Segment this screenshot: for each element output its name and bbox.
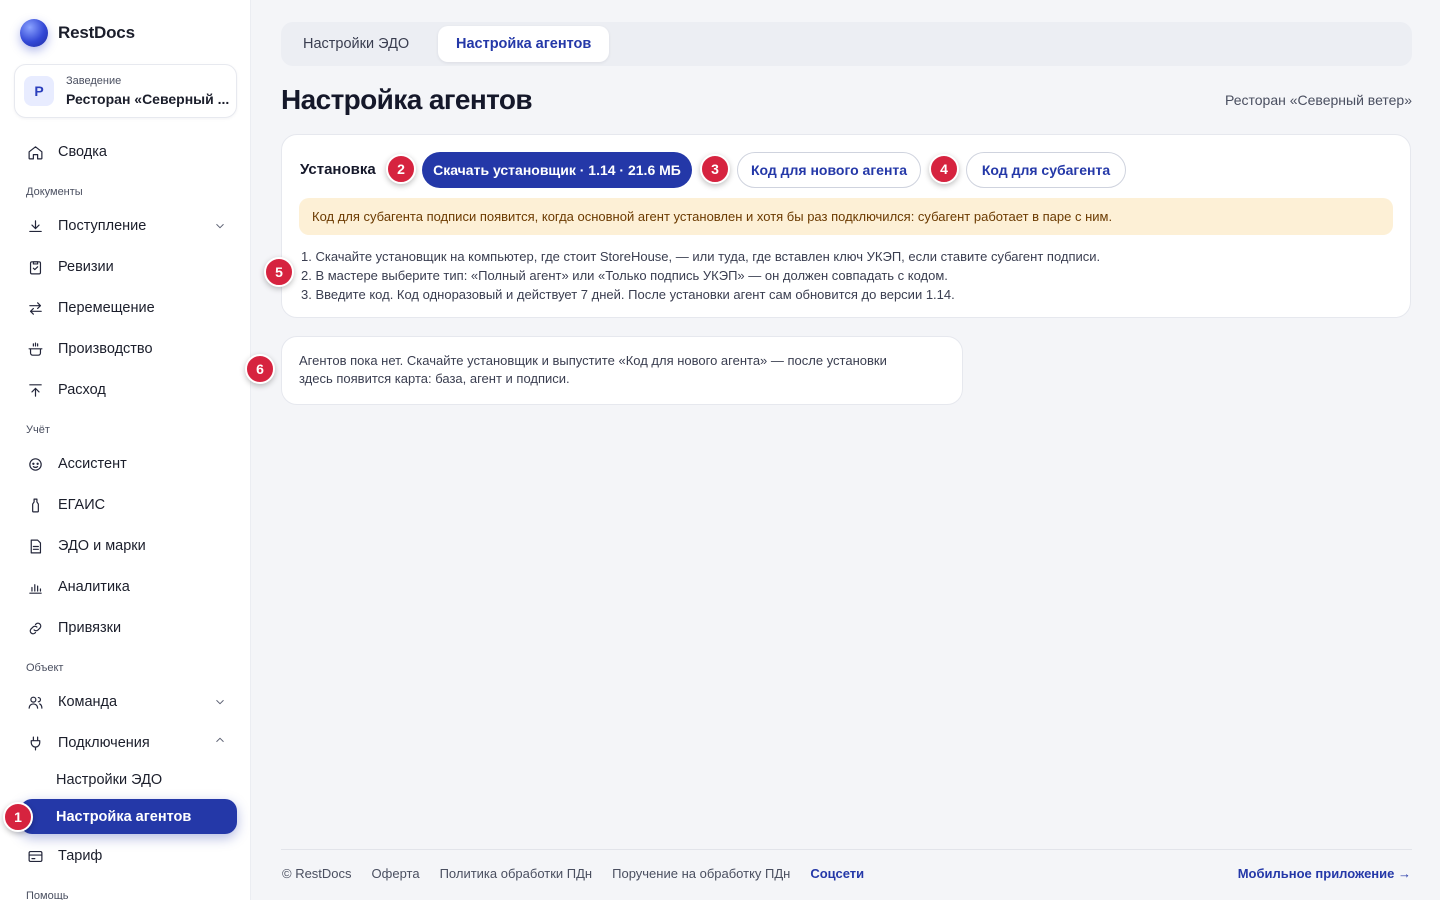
footer: © RestDocs Оферта Политика обработки ПДн… — [281, 849, 1412, 900]
sidebar-item-production[interactable]: Производство — [14, 331, 237, 367]
annotation-badge-6: 6 — [245, 354, 275, 384]
sidebar-item-label: Подключения — [58, 735, 150, 751]
sidebar-item-label: Тариф — [58, 848, 103, 864]
tab-agent-settings[interactable]: Настройка агентов — [438, 26, 610, 62]
download-installer-button[interactable]: Скачать установщик · 1.14 · 21.6 МБ — [422, 152, 692, 188]
page-title: Настройка агентов — [281, 84, 533, 115]
sidebar-item-bindings[interactable]: Привязки — [14, 610, 237, 646]
subagent-warning: Код для субагента подписи появится, когд… — [299, 198, 1393, 235]
sidebar-item-label: Привязки — [58, 620, 122, 636]
sidebar: RestDocs Р Заведение Ресторан «Северный … — [0, 0, 251, 900]
card-icon — [26, 847, 44, 865]
sidebar-item-label: Производство — [58, 341, 153, 357]
upload-icon — [26, 381, 44, 399]
document-icon — [26, 537, 44, 555]
annotation-badge-4: 4 — [929, 154, 959, 184]
restaurant-name: Ресторан «Северный ветер» — [1225, 92, 1412, 108]
footer-link-instruction[interactable]: Поручение на обработку ПДн — [612, 866, 790, 881]
venue-label: Заведение — [66, 75, 122, 87]
subagent-code-button[interactable]: Код для субагента — [966, 152, 1126, 188]
sidebar-item-expense[interactable]: Расход — [14, 372, 237, 408]
users-icon — [26, 693, 44, 711]
sidebar-item-assistant[interactable]: Ассистент — [14, 446, 237, 482]
footer-link-offer[interactable]: Оферта — [372, 866, 420, 881]
new-agent-code-button[interactable]: Код для нового агента — [737, 152, 921, 188]
arrows-swap-icon — [26, 299, 44, 317]
install-label: Установка — [300, 161, 376, 178]
install-step: 3. Введите код. Код одноразовый и действ… — [301, 287, 955, 302]
chevron-down-icon[interactable] — [213, 695, 227, 709]
section-label-documents: Документы — [26, 186, 83, 198]
install-step: 1. Скачайте установщик на компьютер, где… — [301, 249, 1101, 264]
clipboard-check-icon — [26, 258, 44, 276]
brand-name: RestDocs — [58, 23, 135, 42]
sidebar-item-audits[interactable]: Ревизии — [14, 249, 237, 285]
sidebar-item-label: Расход — [58, 382, 106, 398]
sidebar-item-label: Ревизии — [58, 259, 114, 275]
brand[interactable]: RestDocs — [20, 19, 135, 47]
sidebar-item-label: Команда — [58, 694, 118, 710]
sidebar-item-egais[interactable]: ЕГАИС — [14, 487, 237, 523]
empty-state-line: здесь появится карта: база, агент и подп… — [299, 371, 570, 386]
sidebar-subitem-edo-settings[interactable]: Настройки ЭДО — [56, 772, 162, 788]
sidebar-item-label: Сводка — [58, 144, 107, 160]
empty-state-line: Агентов пока нет. Скачайте установщик и … — [299, 353, 887, 368]
sidebar-item-label: Ассистент — [58, 456, 127, 472]
footer-copyright: © RestDocs — [282, 866, 352, 881]
sidebar-subitem-agent-settings[interactable]: Настройка агентов — [20, 799, 237, 834]
footer-link-social[interactable]: Соцсети — [810, 866, 864, 881]
sidebar-item-label: ЭДО и марки — [58, 538, 146, 554]
empty-state-card: Агентов пока нет. Скачайте установщик и … — [281, 336, 963, 405]
chevron-up-icon[interactable] — [213, 733, 227, 747]
chevron-down-icon[interactable] — [213, 219, 227, 233]
install-step: 2. В мастере выберите тип: «Полный агент… — [301, 268, 948, 283]
sidebar-item-connections[interactable]: Подключения — [14, 725, 237, 761]
footer-link-policy[interactable]: Политика обработки ПДн — [440, 866, 593, 881]
sidebar-item-team[interactable]: Команда — [14, 684, 237, 720]
venue-avatar: Р — [24, 76, 54, 106]
brand-logo-icon — [20, 19, 48, 47]
section-label-accounting: Учёт — [26, 424, 50, 436]
home-icon — [26, 143, 44, 161]
sidebar-item-label: Поступление — [58, 218, 147, 234]
venue-name: Ресторан «Северный ... — [66, 91, 230, 107]
sidebar-item-label: ЕГАИС — [58, 497, 106, 513]
pot-icon — [26, 340, 44, 358]
link-icon — [26, 619, 44, 637]
venue-selector[interactable]: Р Заведение Ресторан «Северный ... — [14, 64, 237, 118]
annotation-badge-2: 2 — [386, 154, 416, 184]
sidebar-item-label: Перемещение — [58, 300, 155, 316]
footer-link-mobile-app[interactable]: Мобильное приложение → — [1238, 866, 1411, 881]
sidebar-item-receipts[interactable]: Поступление — [14, 208, 237, 244]
sidebar-item-summary[interactable]: Сводка — [14, 134, 237, 170]
section-label-object: Объект — [26, 662, 64, 674]
sidebar-item-tariff[interactable]: Тариф — [14, 838, 237, 874]
install-steps: 1. Скачайте установщик на компьютер, где… — [301, 247, 1100, 304]
annotation-badge-5: 5 — [264, 257, 294, 287]
sidebar-item-analytics[interactable]: Аналитика — [14, 569, 237, 605]
annotation-badge-3: 3 — [700, 154, 730, 184]
tab-bar: Настройки ЭДО Настройка агентов — [281, 22, 1412, 66]
sidebar-item-edo[interactable]: ЭДО и марки — [14, 528, 237, 564]
download-icon — [26, 217, 44, 235]
install-card: Установка Скачать установщик · 1.14 · 21… — [281, 134, 1411, 318]
sidebar-item-label: Аналитика — [58, 579, 130, 595]
assistant-icon — [26, 455, 44, 473]
plug-icon — [26, 734, 44, 752]
sidebar-item-transfer[interactable]: Перемещение — [14, 290, 237, 326]
section-label-help: Помощь — [26, 890, 69, 900]
bottle-icon — [26, 496, 44, 514]
tab-edo-settings[interactable]: Настройки ЭДО — [285, 26, 427, 62]
annotation-badge-1: 1 — [3, 802, 33, 832]
bar-chart-icon — [26, 578, 44, 596]
